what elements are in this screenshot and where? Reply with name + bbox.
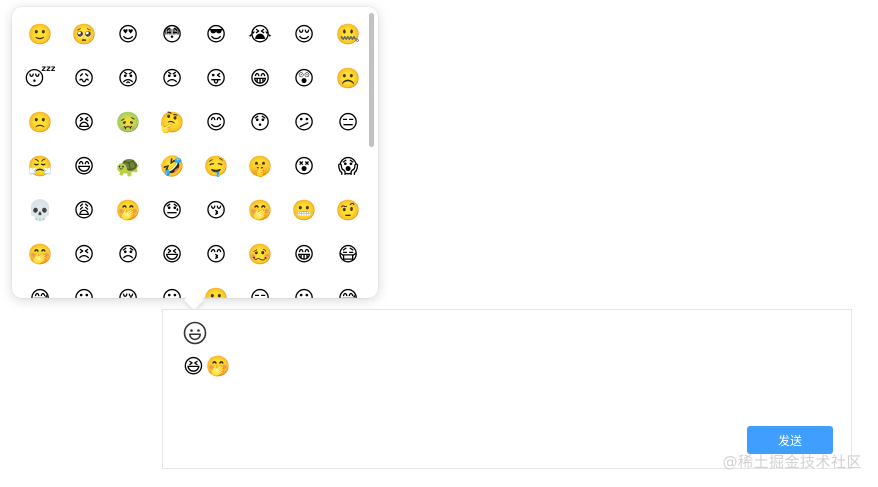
emoji-option[interactable]: 😯 bbox=[238, 100, 282, 144]
emoji-option[interactable]: 🤨 bbox=[326, 188, 370, 232]
picker-scrollbar[interactable] bbox=[369, 13, 374, 147]
emoji-option[interactable]: 😎 bbox=[194, 12, 238, 56]
emoji-option[interactable]: 😑 bbox=[326, 100, 370, 144]
emoji-option[interactable]: 😊 bbox=[194, 100, 238, 144]
emoji-option[interactable]: 🙂 bbox=[18, 12, 62, 56]
emoji-option[interactable]: 😁 bbox=[282, 232, 326, 276]
emoji-option[interactable]: 😐 bbox=[282, 276, 326, 298]
emoji-option[interactable]: 🤔 bbox=[150, 100, 194, 144]
emoji-option[interactable]: 😲 bbox=[282, 56, 326, 100]
watermark: @稀土掘金技术社区 bbox=[722, 453, 862, 471]
emoji-option[interactable]: 😏 bbox=[238, 276, 282, 298]
emoji-picker: 🙂 🥺 😍 😳 😎 😭 😌 🤐 😴 😖 😡 😠 😜 😁 😲 ☹️ 🙁 😫 🤢 🤔 😊 😯 😕 😑 😤 😄 🐢 🤣 🤤 🤫 😵 😱 💀 😩 🤭 😓 😚 🤭 😬… bbox=[12, 7, 378, 298]
smiley-outline-icon[interactable] bbox=[182, 320, 208, 346]
emoji-option[interactable]: 😜 bbox=[194, 56, 238, 100]
emoji-option[interactable]: 🙂 bbox=[194, 276, 238, 298]
emoji-option[interactable]: 🤢 bbox=[106, 100, 150, 144]
emoji-option[interactable]: 😩 bbox=[62, 188, 106, 232]
emoji-option[interactable]: 🐢 bbox=[106, 144, 150, 188]
emoji-option[interactable]: 😐 bbox=[62, 276, 106, 298]
emoji-option[interactable]: 😕 bbox=[282, 100, 326, 144]
emoji-option[interactable]: 😌 bbox=[282, 12, 326, 56]
editor-content[interactable]: 😆🤭 bbox=[183, 354, 831, 378]
emoji-option[interactable]: 😅 bbox=[326, 276, 370, 298]
emoji-option[interactable]: 😢 bbox=[106, 276, 150, 298]
emoji-option[interactable]: 😞 bbox=[106, 232, 150, 276]
emoji-option[interactable]: 😖 bbox=[62, 56, 106, 100]
emoji-option[interactable]: 😁 bbox=[238, 56, 282, 100]
emoji-option[interactable]: 😤 bbox=[18, 144, 62, 188]
emoji-option[interactable]: 😙 bbox=[194, 232, 238, 276]
emoji-option[interactable]: 🤭 bbox=[106, 188, 150, 232]
emoji-option[interactable]: 🤤 bbox=[194, 144, 238, 188]
emoji-option[interactable]: 🤐 bbox=[326, 12, 370, 56]
emoji-option[interactable]: 😵 bbox=[282, 144, 326, 188]
emoji-option[interactable]: 😱 bbox=[326, 144, 370, 188]
emoji-option[interactable]: 😓 bbox=[150, 188, 194, 232]
emoji-option[interactable]: 💀 bbox=[18, 188, 62, 232]
emoji-option[interactable]: 😆 bbox=[150, 232, 194, 276]
comment-editor[interactable]: 😆🤭 发送 bbox=[162, 309, 852, 469]
emoji-option[interactable]: 😷 bbox=[326, 232, 370, 276]
emoji-option[interactable]: 🤭 bbox=[238, 188, 282, 232]
emoji-option[interactable]: 😭 bbox=[238, 12, 282, 56]
emoji-option[interactable]: 😍 bbox=[106, 12, 150, 56]
emoji-option[interactable]: 😣 bbox=[62, 232, 106, 276]
emoji-option[interactable]: 😶 bbox=[150, 276, 194, 298]
emoji-option[interactable]: 🤣 bbox=[150, 144, 194, 188]
emoji-option[interactable]: 🥴 bbox=[238, 232, 282, 276]
emoji-option[interactable]: 🤭 bbox=[18, 232, 62, 276]
emoji-option[interactable]: ☹️ bbox=[326, 56, 370, 100]
emoji-grid: 🙂 🥺 😍 😳 😎 😭 😌 🤐 😴 😖 😡 😠 😜 😁 😲 ☹️ 🙁 😫 🤢 🤔 😊 😯 😕 😑 😤 😄 🐢 🤣 🤤 🤫 😵 😱 💀 😩 🤭 😓 😚 🤭 😬… bbox=[18, 12, 370, 298]
emoji-option[interactable]: 🤫 bbox=[238, 144, 282, 188]
emoji-option[interactable]: 😴 bbox=[18, 56, 62, 100]
emoji-option[interactable]: 😳 bbox=[150, 12, 194, 56]
emoji-option[interactable]: 😠 bbox=[150, 56, 194, 100]
emoji-option[interactable]: 😫 bbox=[62, 100, 106, 144]
emoji-option[interactable]: 😡 bbox=[106, 56, 150, 100]
send-button[interactable]: 发送 bbox=[747, 426, 833, 454]
emoji-option[interactable]: 😅 bbox=[18, 276, 62, 298]
emoji-option[interactable]: 🙁 bbox=[18, 100, 62, 144]
emoji-option[interactable]: 😄 bbox=[62, 144, 106, 188]
emoji-option[interactable]: 😬 bbox=[282, 188, 326, 232]
emoji-option[interactable]: 🥺 bbox=[62, 12, 106, 56]
emoji-option[interactable]: 😚 bbox=[194, 188, 238, 232]
